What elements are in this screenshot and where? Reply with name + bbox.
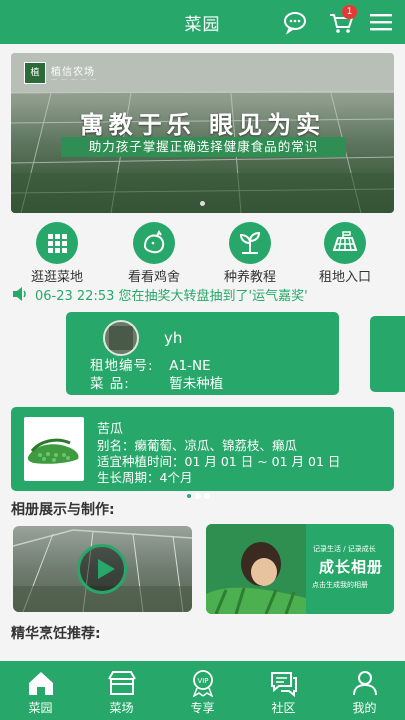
album-video-thumbnail[interactable] bbox=[13, 526, 192, 612]
bottom-tab-bar: 菜园 菜场 VIP 专享 社区 我的 bbox=[0, 661, 405, 720]
tab-exclusive[interactable]: VIP 专享 bbox=[162, 661, 243, 720]
tab-market[interactable]: 菜场 bbox=[81, 661, 162, 720]
banner-brand-sub: — — — — — bbox=[51, 76, 98, 83]
banner-subtitle: 助力孩子掌握正确选择健康食品的常识 bbox=[61, 137, 346, 157]
growth-album-card[interactable]: 记录生活 / 记录成长 成长相册 点击生成我的相册 bbox=[206, 524, 394, 614]
market-icon bbox=[107, 671, 136, 695]
notice-text: 06-23 22:53 您在抽奖大转盘抽到了'运气嘉奖' bbox=[35, 288, 308, 304]
app-header: 菜园 1 bbox=[0, 0, 405, 44]
quicknav-rent-field[interactable]: 租地入口 bbox=[300, 222, 390, 285]
promo-banner[interactable]: 植 植信农场 — — — — — 寓教于乐 眼见为实 助力孩子掌握正确选择健康食… bbox=[11, 53, 394, 213]
sprout-icon bbox=[229, 222, 271, 264]
speaker-icon bbox=[13, 287, 26, 301]
pager-dot[interactable] bbox=[204, 493, 210, 499]
cart-badge: 1 bbox=[342, 5, 357, 19]
chat-icon[interactable] bbox=[281, 8, 309, 36]
plot-number-label: 租地编号: bbox=[90, 358, 154, 374]
growth-album-title: 成长相册 bbox=[319, 558, 384, 576]
tab-mine[interactable]: 我的 bbox=[324, 661, 405, 720]
bitter-melon-image bbox=[24, 417, 84, 481]
crop-pager bbox=[186, 484, 226, 499]
growth-album-cta: 点击生成我的相册 bbox=[312, 581, 368, 589]
plot-number-row: 租地编号: A1-NE bbox=[90, 354, 211, 374]
plot-info-card[interactable]: yh 租地编号: A1-NE 菜 品: 暂未种植 bbox=[66, 312, 339, 395]
page-title: 菜园 bbox=[184, 14, 221, 35]
community-icon bbox=[270, 672, 297, 697]
crop-info-card[interactable]: 苦瓜 别名：癞葡萄、凉瓜、锦荔枝、癞瓜 适宜种植时间：01 月 01 日 ~ 0… bbox=[11, 407, 394, 491]
quick-nav: 逛逛菜地 看看鸡舍 种养教程 租地入口 bbox=[0, 222, 405, 285]
plot-crop-label: 菜 品: bbox=[90, 376, 130, 392]
banner-headline: 寓教于乐 眼见为实 bbox=[79, 111, 326, 139]
username: yh bbox=[164, 329, 183, 347]
tab-label: 我的 bbox=[352, 701, 377, 715]
grid-icon bbox=[36, 222, 78, 264]
home-icon bbox=[28, 672, 53, 695]
tab-label: 社区 bbox=[271, 701, 296, 715]
tab-label: 菜园 bbox=[28, 701, 53, 715]
avatar bbox=[103, 320, 139, 356]
crop-cycle: 生长周期：4个月 bbox=[97, 470, 193, 485]
quicknav-label: 租地入口 bbox=[318, 270, 371, 285]
banner-pager-dot bbox=[200, 201, 205, 206]
tab-garden[interactable]: 菜园 bbox=[0, 661, 81, 720]
play-icon[interactable] bbox=[77, 544, 127, 594]
menu-icon[interactable] bbox=[367, 8, 395, 36]
user-icon bbox=[352, 671, 377, 696]
tab-label: 菜场 bbox=[109, 701, 134, 715]
quicknav-tutorials[interactable]: 种养教程 bbox=[205, 222, 295, 285]
next-plot-card-peek[interactable] bbox=[370, 316, 405, 392]
field-icon bbox=[324, 222, 366, 264]
vip-icon: VIP bbox=[192, 670, 213, 697]
quicknav-label: 种养教程 bbox=[223, 270, 276, 285]
growth-album-tagline: 记录生活 / 记录成长 bbox=[313, 545, 376, 553]
svg-text:VIP: VIP bbox=[197, 677, 208, 685]
pager-dot[interactable] bbox=[195, 493, 201, 499]
brand-logo: 植 bbox=[24, 62, 46, 84]
page: 菜园 1 植 植信农场 — — — — — 寓教于乐 眼见为实 助力孩子掌握正确… bbox=[0, 0, 405, 720]
chicken-icon bbox=[133, 222, 175, 264]
pager-dot[interactable] bbox=[186, 493, 192, 499]
tab-community[interactable]: 社区 bbox=[243, 661, 324, 720]
notice-ticker[interactable]: 06-23 22:53 您在抽奖大转盘抽到了'运气嘉奖' bbox=[11, 284, 401, 304]
quicknav-label: 逛逛菜地 bbox=[30, 270, 83, 285]
recipes-section-title: 精华烹饪推荐: bbox=[11, 626, 101, 642]
plot-crop-row: 菜 品: 暂未种植 bbox=[90, 372, 223, 392]
quicknav-chicken-coop[interactable]: 看看鸡舍 bbox=[109, 222, 199, 285]
tab-label: 专享 bbox=[190, 701, 215, 715]
quicknav-label: 看看鸡舍 bbox=[127, 270, 180, 285]
plot-crop-value: 暂未种植 bbox=[169, 376, 224, 392]
album-section-title: 相册展示与制作: bbox=[11, 502, 115, 518]
quicknav-browse-fields[interactable]: 逛逛菜地 bbox=[12, 222, 102, 285]
